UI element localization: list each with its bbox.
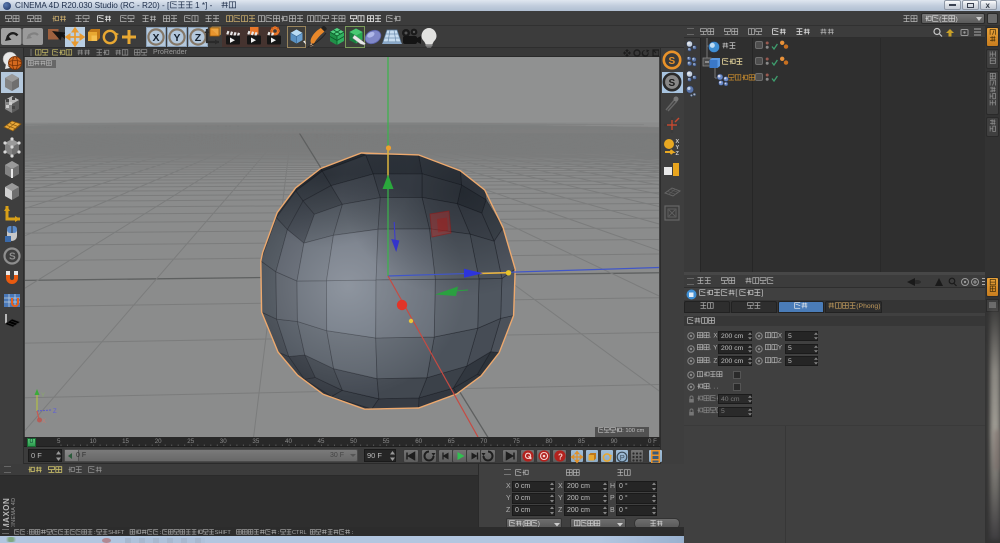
svg-text:): ) [956,16,958,23]
svg-text:Z: Z [53,409,57,415]
svg-text:): ) [538,520,540,527]
svg-text:X: X [42,419,46,425]
svg-text:[: [ [735,290,737,297]
svg-text:SHIFT: SHIFT [215,529,232,535]
svg-text:CTRL: CTRL [292,529,307,535]
svg-text:?: ? [558,452,563,461]
svg-text:S: S [669,56,676,67]
svg-text:Y: Y [778,344,782,351]
svg-text:: 100 cm: : 100 cm [622,428,644,434]
svg-text:S: S [9,252,16,263]
svg-text:. Y: . Y [710,344,717,351]
svg-text:(Phong): (Phong) [856,303,880,310]
svg-text:]: ] [761,290,763,297]
svg-text:S: S [669,78,676,89]
svg-text:. . .: . . . [710,383,719,390]
svg-text:X: X [152,32,159,44]
svg-text:Z: Z [676,151,680,157]
svg-text:. X: . X [710,332,718,339]
svg-text:SHIFT: SHIFT [108,529,125,535]
svg-text:Z: Z [778,357,782,364]
svg-text:Y: Y [173,32,180,44]
svg-text:P: P [620,453,625,462]
svg-text:Z: Z [195,32,202,44]
svg-text:Y: Y [41,393,45,399]
svg-text:. Z: . Z [710,357,717,364]
svg-text:(: ( [939,16,942,23]
svg-text:X: X [778,332,782,339]
